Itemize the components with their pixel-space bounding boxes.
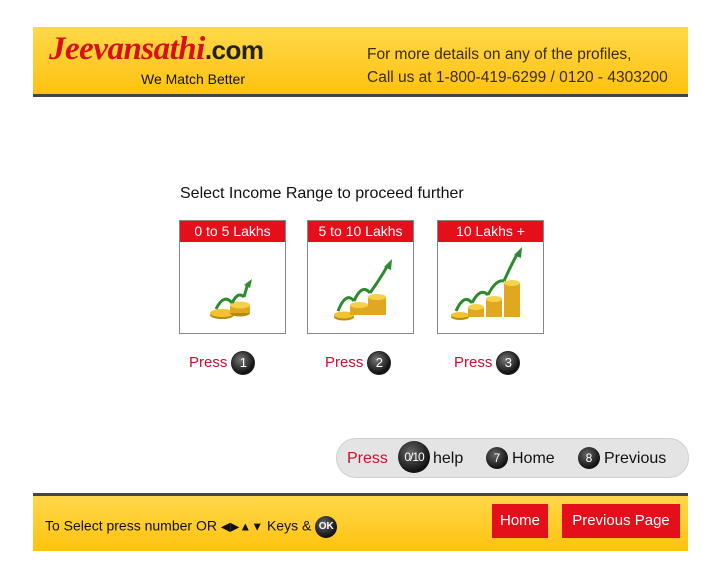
income-option-label: 5 to 10 Lakhs <box>308 221 413 242</box>
help-press-label: Press <box>347 450 388 467</box>
contact-info: For more details on any of the profiles,… <box>367 43 668 89</box>
income-option-0-5[interactable]: 0 to 5 Lakhs <box>179 220 286 334</box>
large-coin-growth-icon <box>451 247 522 320</box>
income-option-5-10[interactable]: 5 to 10 Lakhs <box>307 220 414 334</box>
page-prompt: Select Income Range to proceed further <box>180 185 464 202</box>
arrow-keys-icon: ◀▶▲▼ <box>220 519 264 534</box>
help-previous-label[interactable]: Previous <box>604 450 666 468</box>
press-hint-1: Press 1 <box>189 351 256 375</box>
contact-line-2: Call us at 1-800-419-6299 / 0120 - 43032… <box>367 69 668 86</box>
income-option-label: 0 to 5 Lakhs <box>180 221 285 242</box>
key-8-icon: 8 <box>578 447 600 469</box>
contact-line-1: For more details on any of the profiles, <box>367 46 632 63</box>
key-2-icon: 2 <box>367 351 392 375</box>
small-coin-growth-icon <box>210 279 252 319</box>
footer-bar: To Select press number OR ◀▶▲▼ Keys & OK… <box>33 493 688 551</box>
tagline: We Match Better <box>141 71 246 87</box>
income-option-label: 10 Lakhs + <box>438 221 543 242</box>
key-0-10-icon: 0/10 <box>398 441 430 473</box>
income-option-10-plus[interactable]: 10 Lakhs + <box>437 220 544 334</box>
help-label[interactable]: help <box>433 450 463 468</box>
press-hint-2: Press 2 <box>325 351 392 375</box>
key-7-icon: 7 <box>486 447 508 469</box>
jeevansathi-logo: Jeevansathi.com <box>49 31 264 67</box>
medium-coin-growth-icon <box>334 259 392 321</box>
help-navigation-bar: Press 0/10 help 7 Home 8 Previous <box>336 438 689 478</box>
header-bar: Jeevansathi.com We Match Better For more… <box>33 27 688 97</box>
press-hint-3: Press 3 <box>454 351 521 375</box>
footer-instructions: To Select press number OR ◀▶▲▼ Keys & OK <box>45 516 338 538</box>
help-home-label[interactable]: Home <box>512 450 555 468</box>
home-button[interactable]: Home <box>492 504 548 538</box>
key-3-icon: 3 <box>496 351 521 375</box>
key-1-icon: 1 <box>231 351 256 375</box>
ok-key-icon: OK <box>315 516 338 538</box>
previous-page-button[interactable]: Previous Page <box>562 504 680 538</box>
